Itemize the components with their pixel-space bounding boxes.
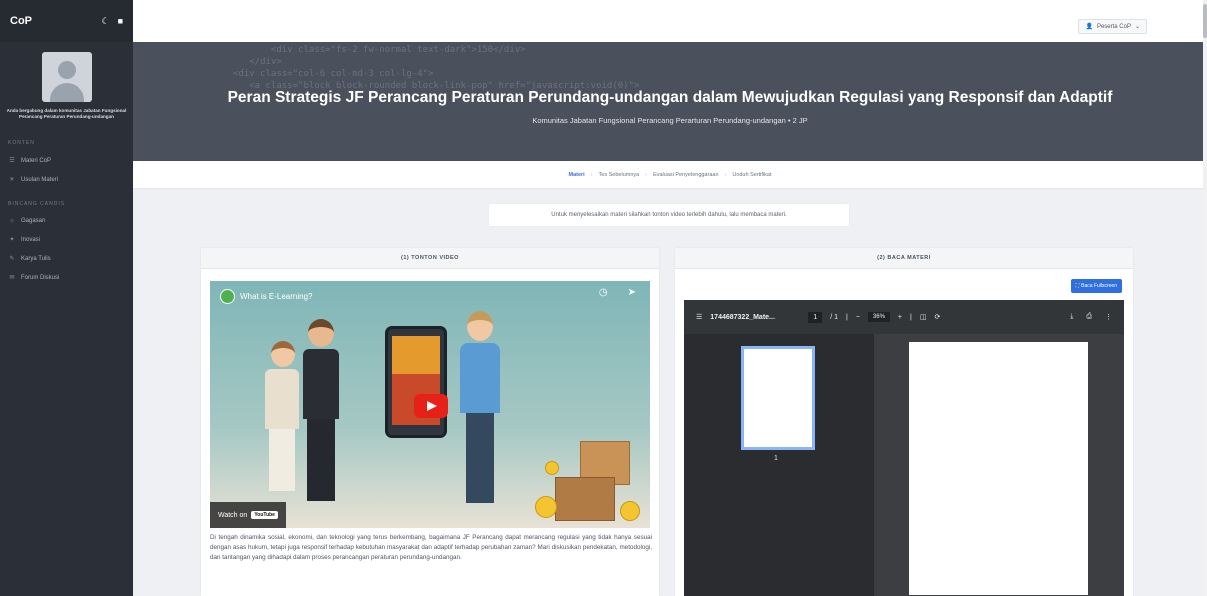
topbar: 👤 Peserta CoP ⌄: [133, 0, 1207, 42]
sidebar-item-karya-tulis[interactable]: ✎ Karya Tulis: [0, 249, 133, 268]
chevron-down-icon: ⌄: [1134, 24, 1140, 30]
page-thumbnail[interactable]: [741, 346, 815, 450]
pdf-file-name: 1744687322_Mate...: [710, 313, 775, 321]
chevron-right-icon: ›: [590, 171, 593, 178]
brand-bar: CoP ☾ ■: [0, 0, 133, 42]
fullscreen-button[interactable]: ⛶ Baca Fullscreen: [1070, 279, 1122, 293]
download-icon[interactable]: ⤓: [1070, 313, 1073, 321]
illustration-person-suit: [303, 319, 339, 501]
video-title[interactable]: What is E-Learning?: [240, 292, 312, 301]
divider: |: [910, 313, 912, 321]
chevron-right-icon: ›: [645, 171, 648, 178]
share-icon[interactable]: ➤: [628, 287, 636, 298]
sidebar-item-inovasi[interactable]: ✦ Inovasi: [0, 230, 133, 249]
star-icon: ✦: [9, 237, 15, 243]
sidebar-item-label: Materi CoP: [21, 157, 52, 164]
profile-text: Anda bergabung dalam komunitas Jabatan F…: [6, 108, 127, 119]
pen-icon: ✎: [9, 256, 15, 262]
video-description: Di tengah dinamika sosial, ekonomi, dan …: [210, 534, 652, 561]
idea-icon: ☼: [9, 218, 15, 224]
menu-icon[interactable]: ☰: [696, 313, 702, 321]
page-total: / 1: [830, 313, 838, 321]
zoom-in-icon[interactable]: +: [898, 314, 902, 321]
user-menu-button[interactable]: 👤 Peserta CoP ⌄: [1078, 19, 1147, 34]
brand-name[interactable]: CoP: [10, 15, 32, 27]
sidebar-item-label: Karya Tulis: [21, 255, 51, 262]
illustration-phone: [385, 326, 447, 438]
step-sertifikat[interactable]: Unduh Sertifikat: [732, 172, 771, 178]
fit-page-icon[interactable]: ◫: [920, 313, 927, 321]
moon-icon[interactable]: ☾: [101, 16, 109, 27]
sidebar-item-gagasan[interactable]: ☼ Gagasan: [0, 212, 133, 230]
breadcrumb: Materi › Tes Sebelumnya › Evaluasi Penye…: [133, 161, 1207, 189]
hero-banner: <div class="fs-2 fw-normal text-dark">15…: [133, 42, 1207, 161]
sidebar: CoP ☾ ■ Anda bergabung dalam komunitas J…: [0, 0, 133, 596]
youtube-player[interactable]: What is E-Learning? ◷ ➤ Watch on YouTube: [210, 281, 650, 528]
pdf-card-header: (2) BACA MATERI: [675, 248, 1133, 269]
pdf-viewer[interactable]: ☰ 1744687322_Mate... 1 / 1 | − 36% + | ◫…: [684, 300, 1124, 596]
print-icon[interactable]: ⎙: [1086, 313, 1092, 321]
sidebar-section-bincang: BINCANG CANDIS: [8, 201, 66, 207]
illustration-boxes-coins: [535, 441, 645, 521]
chevron-right-icon: ›: [724, 171, 727, 178]
illustration-person-woman: [265, 341, 299, 491]
book-icon: ☰: [9, 158, 15, 164]
sidebar-item-label: Inovasi: [21, 236, 41, 243]
page-number-input[interactable]: 1: [808, 311, 823, 323]
thumbnail-page-number: 1: [774, 455, 778, 462]
channel-logo-icon: [220, 289, 235, 304]
step-tes[interactable]: Tes Sebelumnya: [599, 172, 640, 178]
rotate-icon[interactable]: ⟳: [934, 313, 940, 321]
zoom-out-icon[interactable]: −: [856, 314, 860, 321]
illustration-person-casual: [460, 311, 500, 503]
instruction-notice: Untuk menyelesaikan materi silahkan tont…: [489, 204, 849, 226]
pdf-toolbar: ☰ 1744687322_Mate... 1 / 1 | − 36% + | ◫…: [684, 300, 1124, 334]
page-subtitle: Komunitas Jabatan Fungsional Perancang P…: [532, 116, 808, 125]
profile: Anda bergabung dalam komunitas Jabatan F…: [0, 42, 133, 128]
divider: |: [845, 313, 848, 321]
more-options-icon[interactable]: ⋮: [1105, 313, 1112, 321]
user-label: Peserta CoP: [1096, 23, 1131, 30]
video-card: (1) TONTON VIDEO What is E-Learning? ◷ ➤…: [201, 248, 659, 596]
page-scrollbar[interactable]: [1203, 0, 1207, 596]
clock-icon[interactable]: ◷: [599, 287, 608, 298]
page-title: Peran Strategis JF Perancang Peraturan P…: [227, 89, 1113, 106]
step-evaluasi[interactable]: Evaluasi Penyelenggaraan: [653, 172, 718, 178]
step-materi[interactable]: Materi: [569, 172, 585, 178]
square-icon[interactable]: ■: [118, 16, 123, 27]
sidebar-item-materi-cop[interactable]: ☰ Materi CoP: [0, 151, 133, 170]
thumbnail-panel: 1: [684, 334, 874, 596]
sidebar-item-usulan-materi[interactable]: ☀ Usulan Materi: [0, 170, 133, 189]
sidebar-item-label: Gagasan: [21, 218, 46, 224]
lightbulb-icon: ☀: [9, 177, 15, 183]
expand-icon: ⛶: [1075, 283, 1080, 289]
play-button-icon[interactable]: [414, 394, 448, 418]
zoom-level[interactable]: 36%: [867, 312, 890, 322]
sidebar-section-konten: KONTEN: [8, 140, 35, 146]
code-background: <div class="fs-2 fw-normal text-dark">15…: [233, 45, 640, 91]
sidebar-item-label: Forum Diskusi: [21, 274, 60, 281]
video-card-header: (1) TONTON VIDEO: [201, 248, 659, 269]
pdf-card: (2) BACA MATERI ⛶ Baca Fullscreen ☰ 1744…: [675, 248, 1133, 596]
pdf-page: [909, 342, 1088, 595]
sidebar-item-forum-diskusi[interactable]: ✉ Forum Diskusi: [0, 268, 133, 287]
watch-on-youtube-link[interactable]: Watch on YouTube: [210, 502, 286, 528]
chat-icon: ✉: [9, 275, 15, 281]
user-icon: 👤: [1085, 24, 1093, 30]
sidebar-item-label: Usulan Materi: [21, 176, 59, 183]
youtube-logo: YouTube: [251, 511, 278, 519]
avatar: [41, 52, 92, 102]
